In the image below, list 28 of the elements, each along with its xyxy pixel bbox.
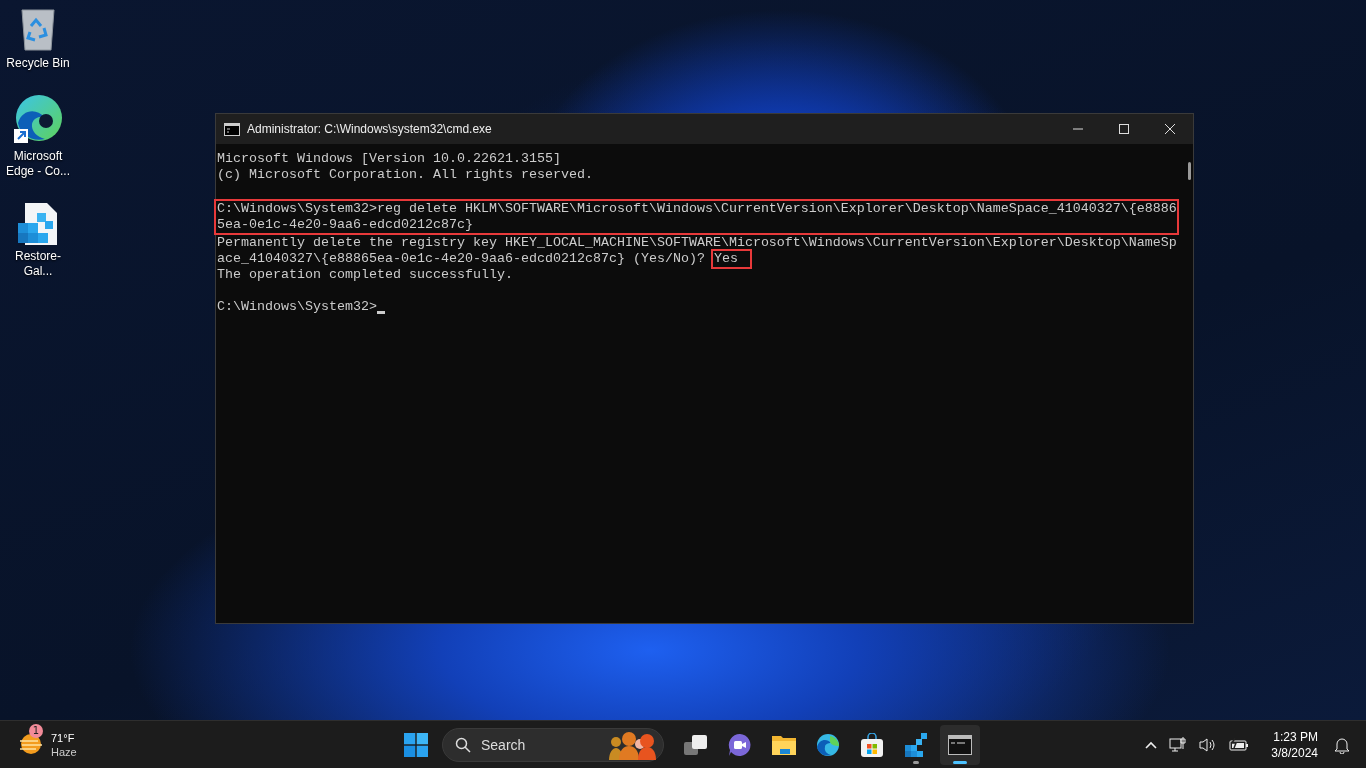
people-illustration <box>607 729 657 760</box>
maximize-icon[interactable] <box>1119 124 1129 134</box>
search-icon[interactable] <box>455 736 471 753</box>
console-text: 5ea-0e1c-4e20-9aa6-edcd0212c87c} <box>217 217 473 233</box>
terminal-icon[interactable] <box>940 724 980 765</box>
weather-condition-text[interactable]: Haze <box>51 744 77 759</box>
notification-badge: 1 <box>29 723 43 738</box>
desktop-icon-label[interactable]: Recycle Bin <box>2 56 74 71</box>
console-text: Microsoft Windows [Version 10.0.22621.3155] <box>217 151 561 167</box>
window-title: Administrator: C:\Windows\system32\cmd.exe <box>247 122 493 136</box>
clock-time[interactable]: 1:23 PM <box>1273 728 1318 745</box>
close-icon[interactable] <box>1165 124 1175 134</box>
console-text: ace_41040327\{e88865ea-0e1c-4e20-9aa6-edcd0212c87c} (Yes/No)? <box>217 251 706 267</box>
search-box[interactable]: Search <box>442 727 664 762</box>
registry-file-icon[interactable] <box>17 201 59 245</box>
console-text: (c) Microsoft Corporation. All rights reserved. <box>217 167 593 183</box>
console-text: Permanently delete the registry key HKEY_LOCAL_MACHINE\SOFTWARE\Microsoft\Windows\CurrentVersion\Explorer\Desktop\NameSp <box>217 235 1177 251</box>
console-text: C:\Windows\System32> <box>217 299 377 315</box>
console-text: The operation completed successfully. <box>217 267 513 283</box>
console-text: Yes <box>712 251 750 267</box>
desktop-icon-label[interactable]: Microsoft Edge - Co... <box>2 149 74 179</box>
desktop-icon-label[interactable]: Restore-Gal... <box>2 249 74 279</box>
terminal-icon <box>224 122 240 136</box>
console-text: C:\Windows\System32>reg delete HKLM\SOFTWARE\Microsoft\Windows\CurrentVersion\Explorer\Desktop\NameSpace_41040327\{e8886 <box>217 201 1177 217</box>
scrollbar-thumb[interactable] <box>1187 162 1191 180</box>
clock-date[interactable]: 3/8/2024 <box>1271 744 1318 761</box>
recycle-bin-icon[interactable] <box>19 8 57 52</box>
temperature-text[interactable]: 71°F <box>51 730 77 745</box>
